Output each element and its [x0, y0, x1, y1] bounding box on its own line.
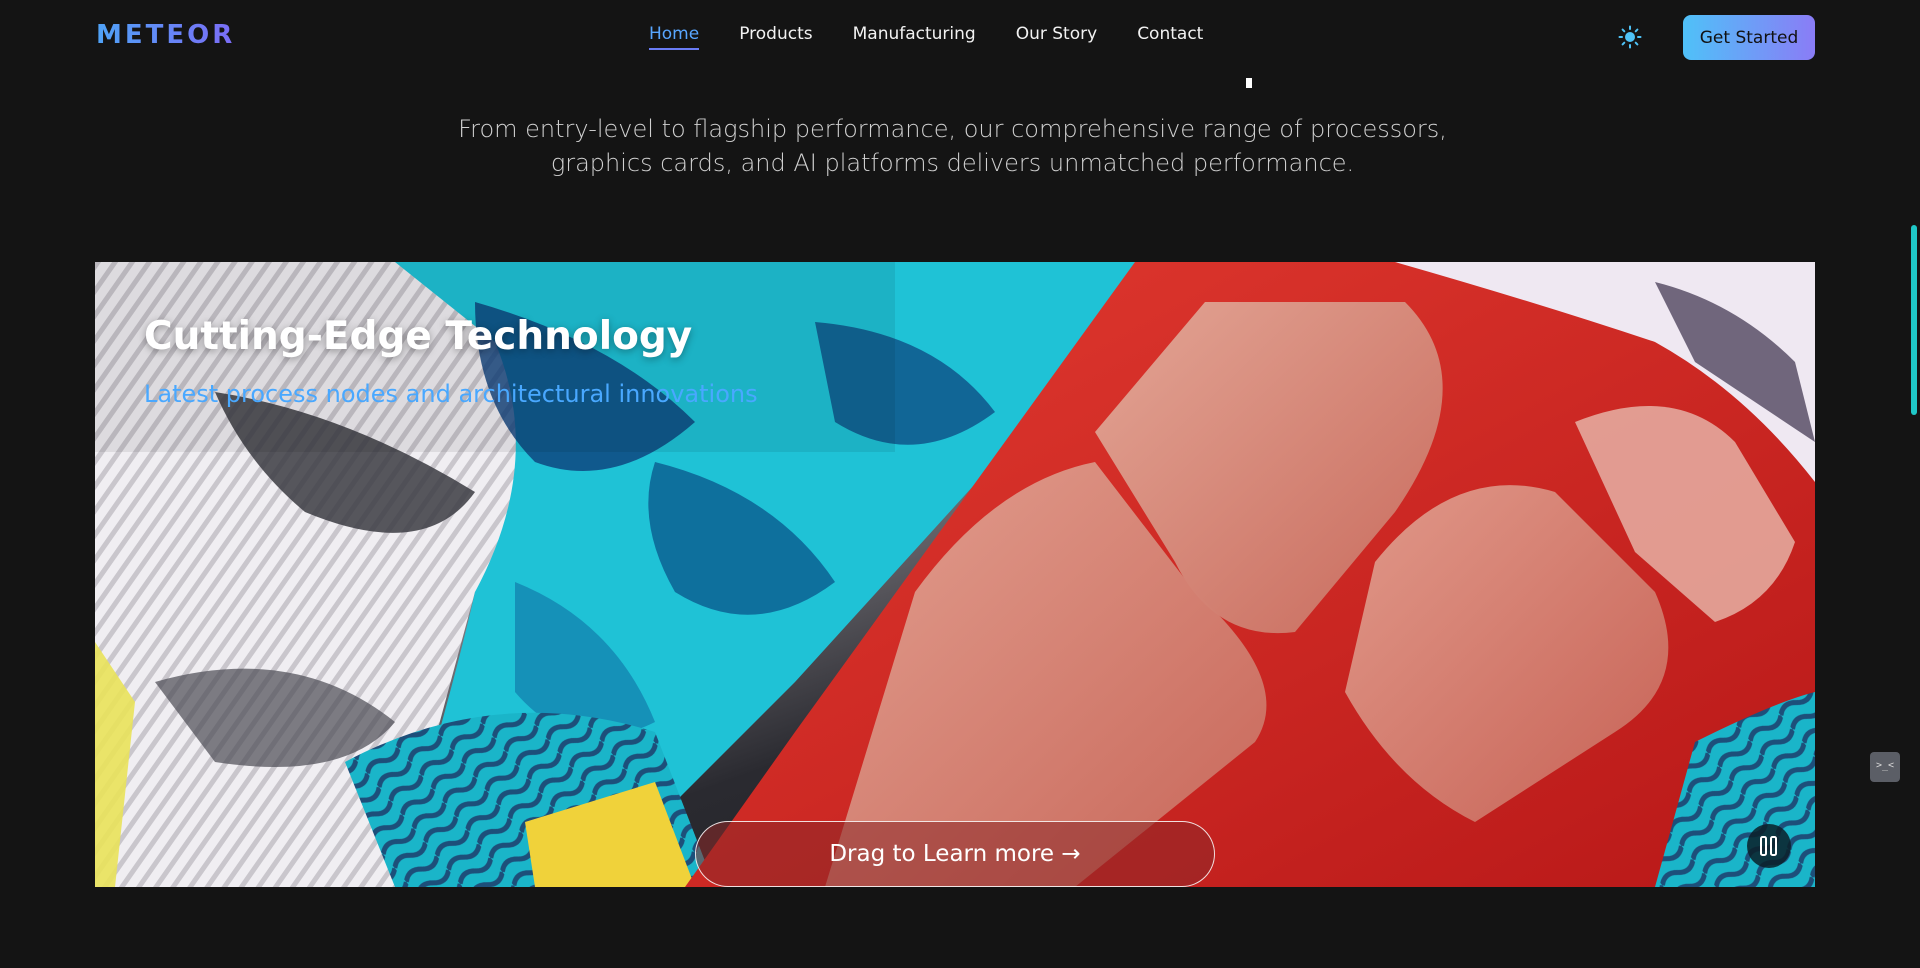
hero-subtitle: Latest process nodes and architectural i… [144, 380, 758, 408]
nav-item-products[interactable]: Products [739, 24, 812, 50]
dev-tools-widget[interactable]: >_< [1870, 752, 1900, 782]
sun-icon[interactable] [1618, 25, 1642, 49]
intro-line-2: graphics cards, and AI platforms deliver… [550, 149, 1355, 177]
nav-item-contact[interactable]: Contact [1137, 24, 1203, 50]
main-nav: Home Products Manufacturing Our Story Co… [649, 24, 1203, 50]
brand-logo[interactable]: METEOR [96, 20, 235, 50]
nav-item-manufacturing[interactable]: Manufacturing [853, 24, 976, 50]
drag-to-learn-more-button[interactable]: Drag to Learn more → [695, 821, 1215, 887]
nav-item-our-story[interactable]: Our Story [1016, 24, 1097, 50]
page: METEOR Home Products Manufacturing Our S… [0, 0, 1920, 968]
intro-text: From entry-level to flagship performance… [0, 112, 1905, 180]
site-header: METEOR Home Products Manufacturing Our S… [0, 0, 1905, 76]
nav-item-home[interactable]: Home [649, 24, 700, 50]
hero-media: Cutting-Edge Technology Latest process n… [95, 262, 1815, 887]
intro-line-1: From entry-level to flagship performance… [458, 115, 1447, 143]
pause-icon [1760, 836, 1777, 856]
pause-video-button[interactable] [1747, 824, 1791, 868]
text-cursor [1246, 78, 1252, 88]
get-started-button[interactable]: Get Started [1683, 15, 1815, 60]
scrollbar-thumb[interactable] [1911, 225, 1917, 415]
hero-title: Cutting-Edge Technology [144, 314, 693, 359]
